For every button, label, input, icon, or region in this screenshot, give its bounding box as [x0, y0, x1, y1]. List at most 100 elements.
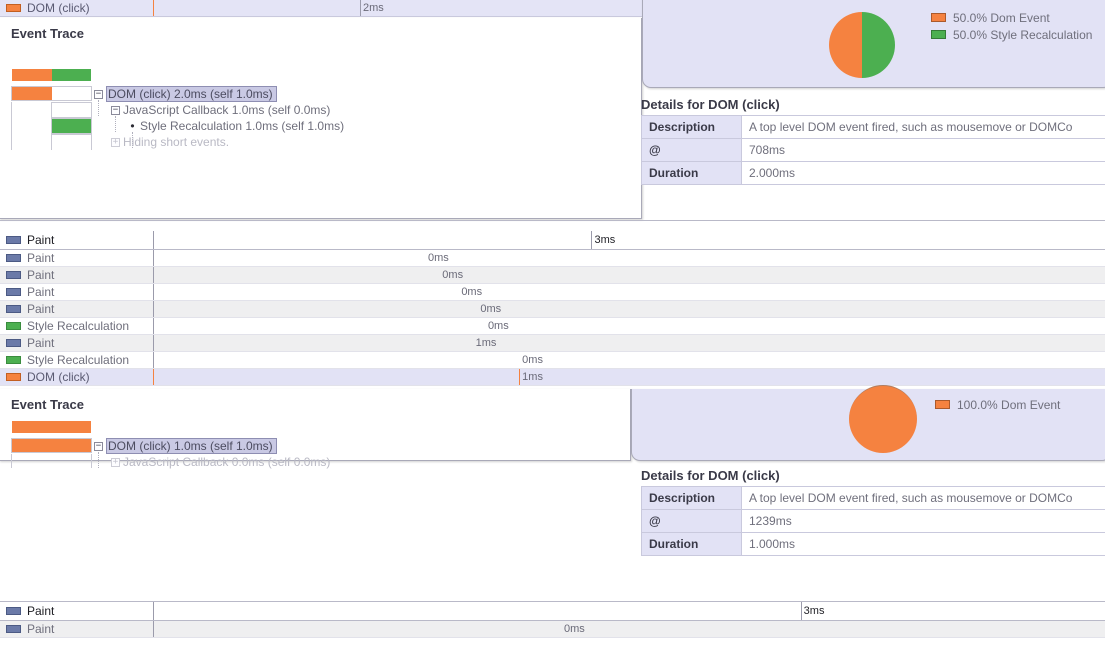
- paint-swatch-icon: [6, 305, 21, 313]
- pie-chart-2: [849, 385, 917, 453]
- timeline-row[interactable]: Paint 0ms: [0, 267, 1105, 284]
- event-trace-bar-row-0: [11, 438, 92, 453]
- timeline-row[interactable]: Paint 0ms: [0, 621, 1105, 638]
- timeline-row-time: 0ms: [487, 320, 509, 332]
- paint-swatch-icon: [6, 607, 21, 615]
- timeline-row-label: Paint: [0, 231, 153, 249]
- event-trace-panel-1: Event Trace − DOM (click) 2.0ms (self 1.0…: [0, 18, 642, 219]
- timeline-row-label-text: Paint: [27, 604, 55, 618]
- event-trace-node[interactable]: + Hiding short events.: [94, 134, 639, 150]
- pie-legend-label: 50.0% Style Recalculation: [953, 27, 1093, 42]
- pie-legend-item: 100.0% Dom Event: [935, 396, 1060, 413]
- timeline-row-time: 2ms: [363, 2, 384, 14]
- event-trace-node[interactable]: − DOM (click) 2.0ms (self 1.0ms): [94, 86, 639, 102]
- bar-guide-line: [91, 454, 92, 468]
- event-trace-pie-panel-2: 100.0% Dom Event: [631, 385, 1105, 461]
- timeline-row[interactable]: DOM (click) 1ms: [0, 369, 1105, 386]
- details-value: 1.000ms: [741, 532, 1105, 556]
- timeline-track[interactable]: 0ms: [153, 352, 1105, 368]
- timeline-track[interactable]: 1ms: [153, 335, 1105, 351]
- legend-swatch-icon: [931, 13, 946, 22]
- timeline-row-label: Paint: [0, 602, 153, 620]
- details-row: Description A top level DOM event fired, …: [641, 486, 1105, 510]
- dom-event-swatch-icon: [6, 4, 21, 12]
- timeline-row-label-text: Paint: [27, 268, 55, 282]
- timeline-track[interactable]: 0ms: [153, 250, 1105, 266]
- event-trace-node[interactable]: − JavaScript Callback 1.0ms (self 0.0ms): [94, 102, 639, 118]
- collapse-icon[interactable]: −: [94, 441, 103, 451]
- legend-swatch-icon: [931, 30, 946, 39]
- timeline-track[interactable]: 0ms: [153, 267, 1105, 283]
- details-key: @: [641, 509, 742, 533]
- bar-guide-line: [11, 102, 12, 150]
- collapse-icon[interactable]: −: [94, 89, 103, 99]
- legend-swatch-icon: [935, 400, 950, 409]
- timeline-row-label-text: DOM (click): [27, 1, 90, 15]
- event-trace-node[interactable]: • Style Recalculation 1.0ms (self 1.0ms): [94, 118, 639, 134]
- paint-swatch-icon: [6, 625, 21, 633]
- details-row: @708ms: [641, 138, 1105, 162]
- timeline-row-time: 1ms: [522, 371, 543, 383]
- timeline-row-time: 0ms: [461, 286, 483, 298]
- details-table-2: Description A top level DOM event fired, …: [641, 486, 1105, 556]
- timeline-row-time: 3ms: [594, 234, 616, 246]
- timeline-row-label-text: Paint: [27, 336, 55, 350]
- details-value: A top level DOM event fired, such as mou…: [741, 115, 1105, 139]
- timeline-row-label: Paint: [0, 301, 153, 317]
- timeline-row[interactable]: Style Recalculation 0ms: [0, 318, 1105, 335]
- timeline-row[interactable]: Style Recalculation 0ms: [0, 352, 1105, 369]
- event-trace-node-label: JavaScript Callback 0.0ms (self 0.0ms): [123, 455, 331, 469]
- details-row: Duration 1.000ms: [641, 532, 1105, 556]
- event-trace-bar-row-2: [51, 118, 92, 134]
- bar-segment-dom-event: [12, 87, 52, 100]
- section-divider: [0, 220, 1105, 221]
- timeline-track[interactable]: 3ms: [153, 602, 1105, 620]
- event-trace-node[interactable]: − DOM (click) 1.0ms (self 1.0ms): [94, 438, 629, 454]
- timeline-track[interactable]: 3ms: [153, 231, 1105, 249]
- timeline-track[interactable]: 0ms: [153, 621, 1105, 637]
- timeline-row-label: DOM (click): [0, 0, 153, 16]
- expand-icon[interactable]: +: [111, 457, 120, 467]
- paint-swatch-icon: [6, 339, 21, 347]
- timeline-row[interactable]: Paint 3ms: [0, 602, 1105, 621]
- event-trace-node-label: DOM (click) 1.0ms (self 1.0ms): [106, 438, 277, 454]
- event-trace-node-label: Style Recalculation 1.0ms (self 1.0ms): [140, 119, 345, 133]
- pie-legend-label: 100.0% Dom Event: [957, 397, 1061, 412]
- details-value: 2.000ms: [741, 161, 1105, 185]
- event-trace-bar-row-3: [51, 134, 92, 150]
- paint-swatch-icon: [6, 236, 21, 244]
- event-trace-node[interactable]: + JavaScript Callback 0.0ms (self 0.0ms): [94, 454, 629, 470]
- timeline-track[interactable]: 0ms: [153, 301, 1105, 317]
- timeline-track[interactable]: 0ms: [153, 284, 1105, 300]
- details-title-1: Details for DOM (click): [641, 97, 780, 112]
- timeline-track[interactable]: 0ms: [153, 318, 1105, 334]
- details-table-1: Description A top level DOM event fired, …: [641, 115, 1105, 185]
- timeline-row-label: Paint: [0, 621, 153, 637]
- pie-legend-2: 100.0% Dom Event: [935, 396, 1060, 413]
- timeline-row-label-text: Paint: [27, 233, 55, 247]
- timeline-row[interactable]: Paint 1ms: [0, 335, 1105, 352]
- details-key: Duration: [641, 161, 742, 185]
- timeline-row[interactable]: Paint 3ms: [0, 231, 1105, 250]
- event-trace-node-label: JavaScript Callback 1.0ms (self 0.0ms): [123, 103, 331, 117]
- leaf-bullet-icon[interactable]: •: [128, 119, 137, 133]
- event-trace-bar-row-1: [51, 102, 92, 118]
- timeline-row[interactable]: Paint 0ms: [0, 301, 1105, 318]
- details-value: A top level DOM event fired, such as mou…: [741, 486, 1105, 510]
- bar-segment-style-recalculation: [51, 69, 91, 81]
- bar-guide-line: [11, 454, 12, 468]
- style-swatch-icon: [6, 356, 21, 364]
- timeline-row[interactable]: Paint 0ms: [0, 250, 1105, 267]
- event-trace-node-label: Hiding short events.: [123, 135, 230, 149]
- timeline-row-time: 0ms: [564, 623, 585, 635]
- timeline-track[interactable]: 1ms: [153, 369, 1105, 385]
- event-trace-panel-2: Event Trace − DOM (click) 1.0ms (self 1.0…: [0, 389, 631, 469]
- timeline-row-label-text: Paint: [27, 251, 55, 265]
- details-value: 1239ms: [741, 509, 1105, 533]
- timeline-row-label-text: Paint: [27, 285, 55, 299]
- collapse-icon[interactable]: −: [111, 105, 120, 115]
- expand-icon[interactable]: +: [111, 137, 120, 147]
- timeline-row[interactable]: Paint 0ms: [0, 284, 1105, 301]
- timeline-row-label-text: Paint: [27, 622, 55, 636]
- dom-event-swatch-icon: [6, 373, 21, 381]
